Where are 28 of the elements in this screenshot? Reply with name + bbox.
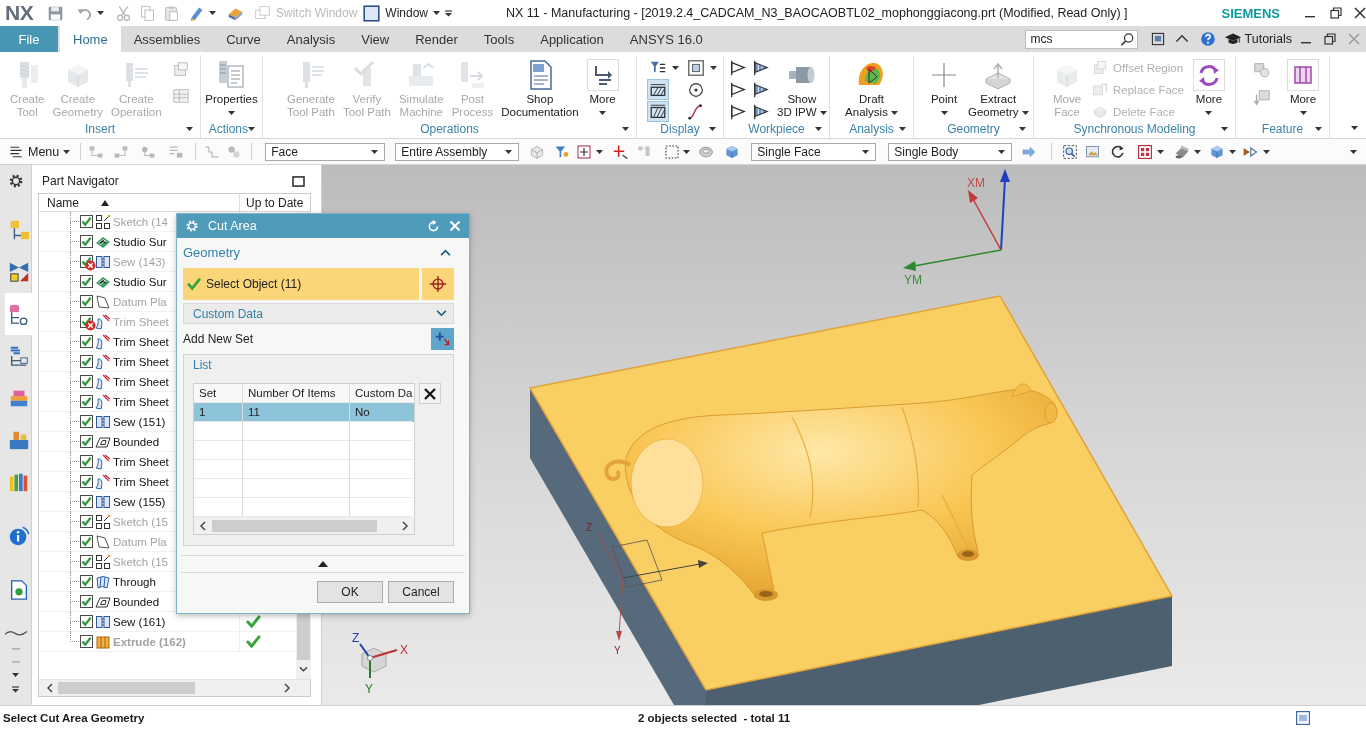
group-label: Operations — [420, 122, 479, 136]
group-label: Workpiece — [748, 122, 805, 136]
axis-label: Z — [352, 631, 360, 645]
status-prompt: Select Cut Area Geometry — [3, 712, 145, 724]
brand-logo: SIEMENS — [1221, 5, 1280, 21]
table-cell: 11 — [243, 403, 350, 422]
axis-label: Z — [586, 522, 593, 533]
group-title: List — [193, 357, 212, 374]
panel-title: Part Navigator — [42, 174, 119, 188]
table-cell: No — [350, 403, 412, 422]
group-label: Feature — [1261, 122, 1304, 136]
group-label: Actions — [208, 122, 248, 136]
window-title: NX 11 - Manufacturing - [2019.2.4_CADCAM_N3_BAOCAOBTL02_mophonggiacong.prt (Modified, Read Only) ] — [505, 6, 1128, 20]
selection-status: 2 objects selected - total 11 — [638, 712, 791, 724]
axis-label: Y — [365, 682, 373, 696]
dialog-title: Cut Area — [208, 219, 257, 233]
group-label: Insert — [85, 122, 115, 136]
group-label: Synchronous Modeling — [1073, 122, 1196, 136]
table-cell: 1 — [194, 403, 243, 422]
group-label: Geometry — [947, 122, 1000, 136]
axis-label: X — [400, 643, 408, 657]
axis-label: YM — [904, 273, 922, 287]
group-label: Analysis — [849, 122, 894, 136]
axis-label: XM — [967, 176, 985, 190]
axis-label: Y — [614, 645, 621, 656]
app-logo: NX — [5, 1, 35, 25]
group-label: Display — [660, 122, 700, 136]
field-label: Add New Set — [183, 332, 254, 346]
